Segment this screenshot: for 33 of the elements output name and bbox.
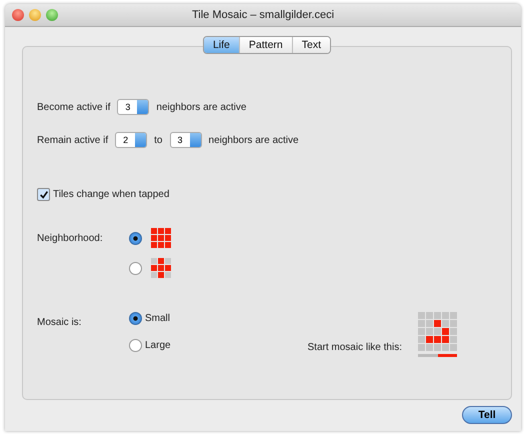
minimize-button[interactable] <box>29 9 41 21</box>
cross-grid-icon <box>151 258 171 278</box>
tell-button[interactable]: Tell <box>462 406 512 424</box>
mosaic-preview[interactable] <box>418 312 457 357</box>
close-button[interactable] <box>12 9 24 21</box>
stepper-icon <box>135 133 146 147</box>
tab[interactable]: Pattern <box>240 37 293 53</box>
rule-label: to <box>154 134 162 146</box>
rule-label: neighbors are active <box>156 102 246 112</box>
stepper-icon <box>190 133 201 147</box>
rule-label: Remain active if <box>37 134 108 146</box>
count-popup[interactable]: 3 <box>117 99 150 115</box>
start-mosaic-label: Start mosaic like this: <box>308 342 402 353</box>
count-popup[interactable]: 3 <box>170 132 202 148</box>
radio-button[interactable] <box>129 262 142 274</box>
rule-label: Become active if <box>37 102 110 112</box>
neighborhood-label: Neighborhood: <box>37 233 104 244</box>
radio-button[interactable] <box>129 339 142 352</box>
radio-button[interactable] <box>129 232 142 244</box>
mosaic-size-label: Mosaic is: <box>37 317 82 328</box>
count-popup[interactable]: 2 <box>115 132 148 148</box>
stepper-icon <box>137 100 148 114</box>
zoom-button[interactable] <box>46 9 58 21</box>
rule-label: neighbors are active <box>208 134 299 146</box>
tab[interactable]: Life <box>204 37 240 53</box>
radio-label: Small <box>145 313 170 324</box>
square-grid-icon <box>151 228 171 248</box>
window-title: Tile Mosaic – smallgilder.ceci <box>192 9 334 21</box>
checkbox-label: Tiles change when tapped <box>53 189 170 200</box>
checkbox[interactable] <box>37 188 50 201</box>
tab[interactable]: Text <box>292 37 330 53</box>
radio-button[interactable] <box>129 312 142 325</box>
radio-label: Large <box>145 340 171 351</box>
